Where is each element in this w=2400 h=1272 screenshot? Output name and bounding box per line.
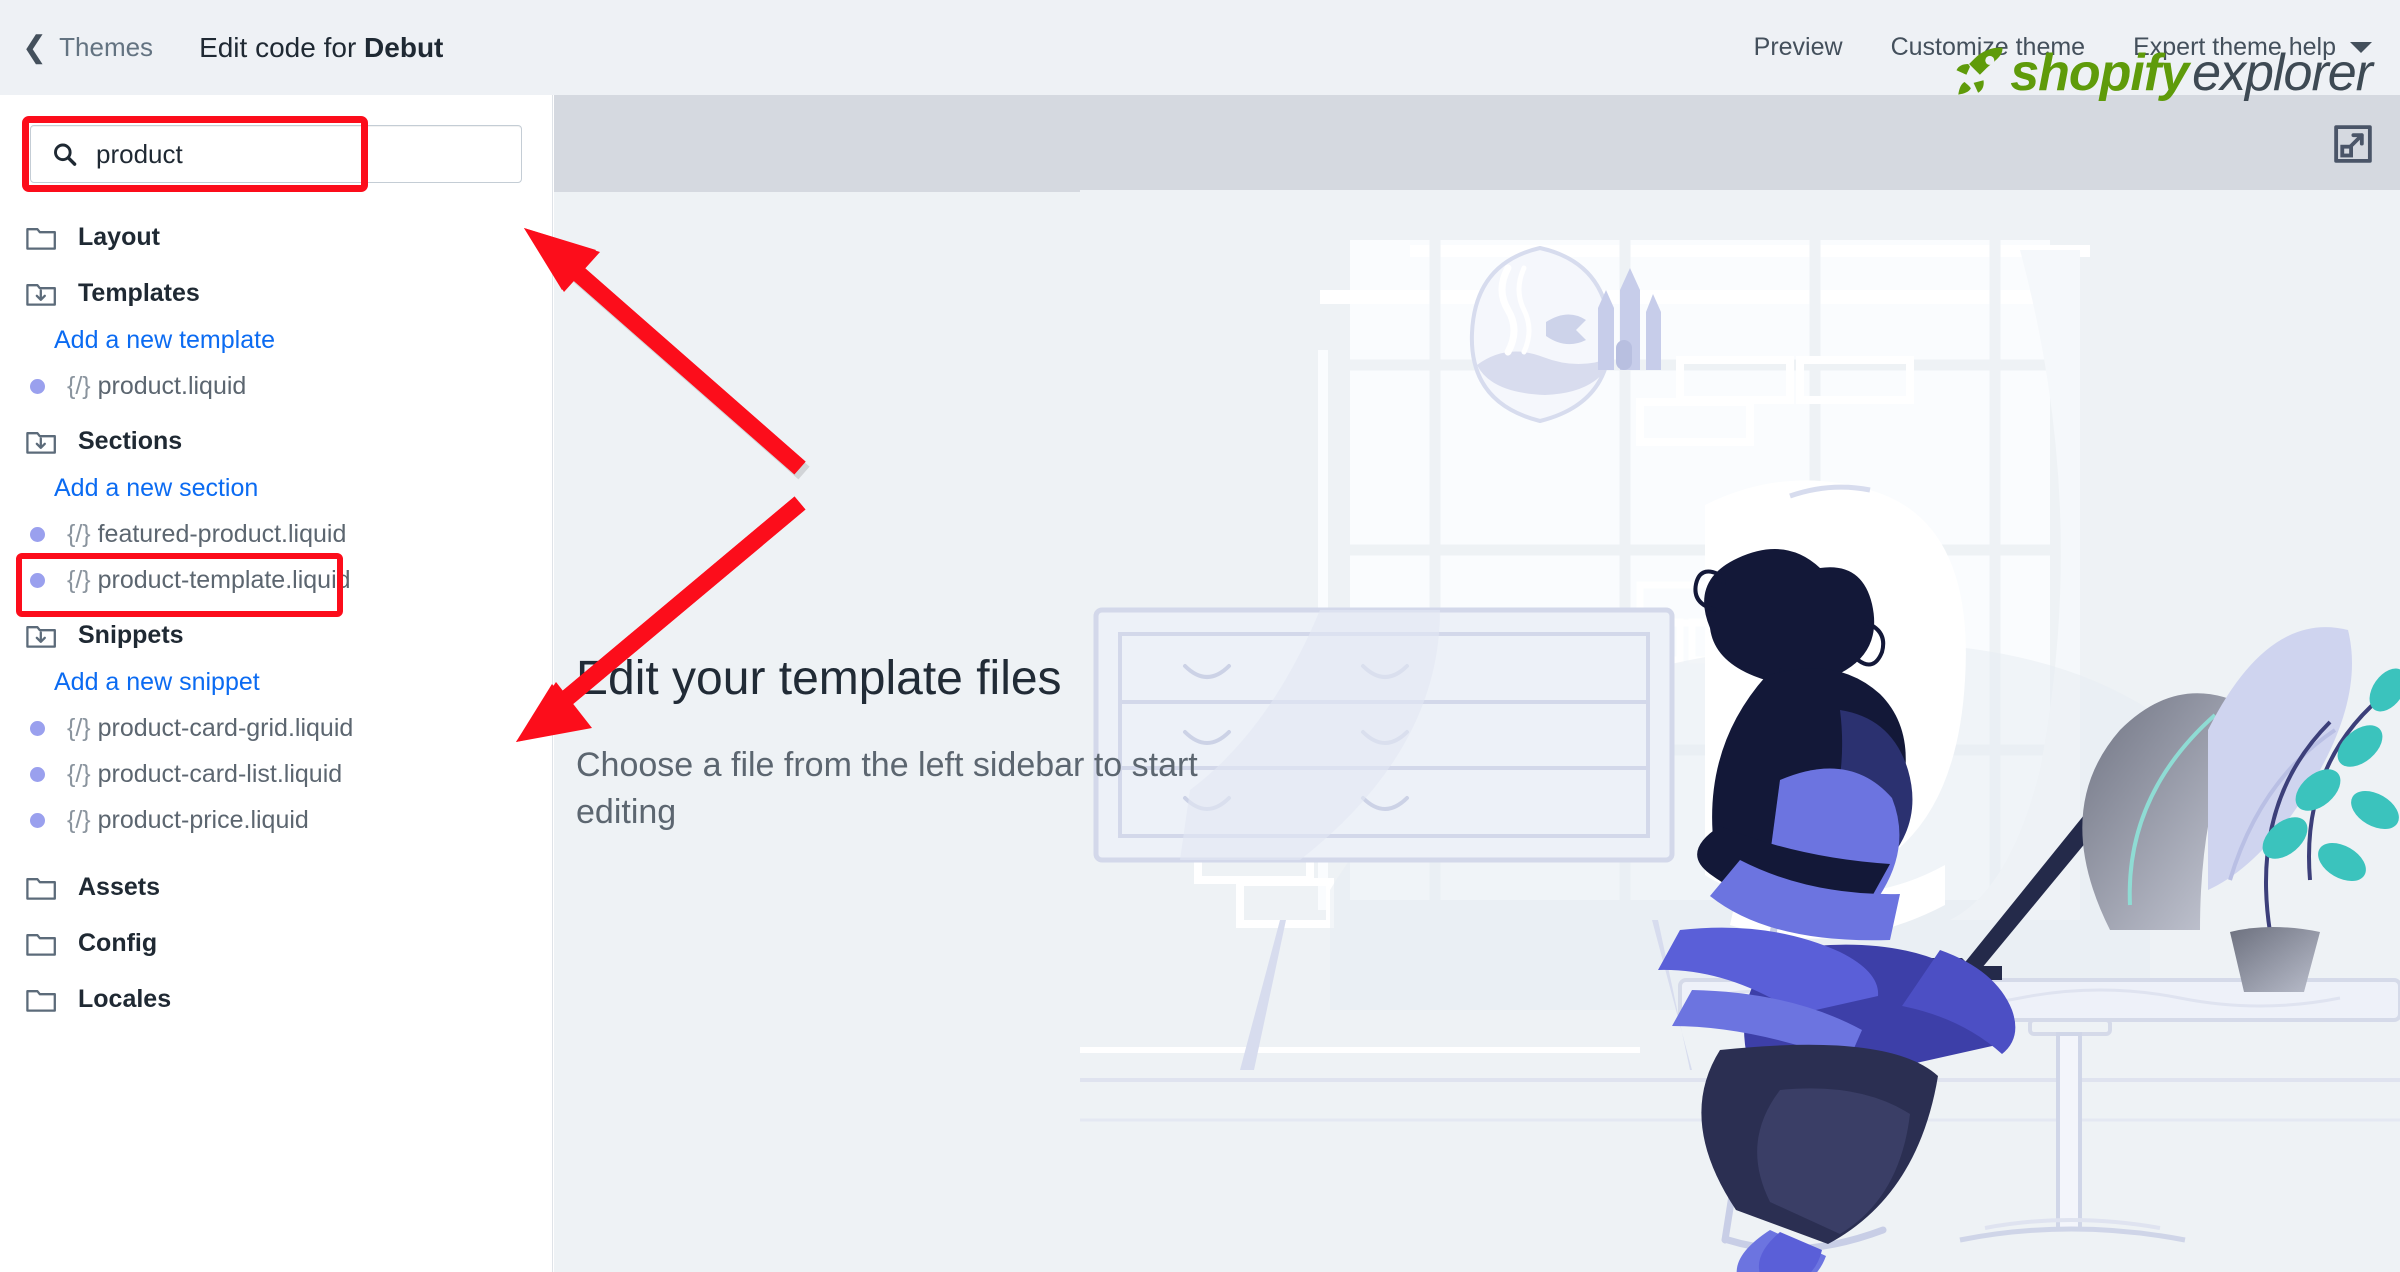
file-tree: Layout Templates Add a new template {/} … [0,213,552,1023]
tree-file-name: product-card-list.liquid [97,759,343,788]
tree-file-name: product-template.liquid [97,565,351,594]
tree-file-product-liquid[interactable]: {/} product.liquid [0,363,552,409]
file-tree-sidebar: Layout Templates Add a new template {/} … [0,95,553,1272]
folder-icon [26,934,56,956]
page-title-theme-name: Debut [364,31,444,63]
unsaved-dot-icon [30,378,45,394]
header-nav: Preview Customize theme Expert theme hel… [1754,0,2372,95]
tree-file-label: {/} product-price.liquid [67,806,309,835]
tree-file-label: {/} product-card-list.liquid [67,760,342,789]
nav-customize-theme[interactable]: Customize theme [1891,33,2086,62]
unsaved-dot-icon [30,526,45,542]
empty-state-title: Edit your template files [576,652,1062,705]
tree-folder-label: Layout [78,222,160,251]
liquid-braces-icon: {/} [67,519,91,548]
tree-file-label: {/} product-template.liquid [67,566,351,595]
search-icon [54,143,77,166]
page-title: Edit code for Debut [199,32,443,64]
unsaved-dot-icon [30,572,45,588]
tree-file-name: product-card-grid.liquid [97,713,354,742]
folder-download-icon [26,432,56,454]
liquid-braces-icon: {/} [67,805,91,834]
liquid-braces-icon: {/} [67,371,91,400]
tree-file-label: {/} featured-product.liquid [67,520,346,549]
person-working-on-laptop-illustration [1080,190,2400,1272]
tree-link-add-a-new-snippet[interactable]: Add a new snippet [0,659,552,705]
tree-file-name: product.liquid [97,371,247,400]
tree-file-product-price-liquid[interactable]: {/} product-price.liquid [0,797,552,843]
tree-file-label: {/} product.liquid [67,372,246,401]
back-link-label: Themes [59,32,154,62]
tree-folder-label: Sections [78,426,183,455]
chevron-down-icon [2350,42,2372,53]
unsaved-dot-icon [30,812,45,828]
tree-folder-templates[interactable]: Templates [0,269,552,317]
tree-folder-locales[interactable]: Locales [0,975,552,1023]
liquid-braces-icon: {/} [67,713,91,742]
tree-folder-label: Snippets [78,620,184,649]
unsaved-dot-icon [30,720,45,736]
tree-folder-label: Config [78,928,158,957]
tree-folder-config[interactable]: Config [0,919,552,967]
search-input[interactable] [96,138,501,170]
page-title-prefix: Edit code for [199,31,365,63]
tree-file-product-template-liquid[interactable]: {/} product-template.liquid [0,553,552,617]
nav-preview[interactable]: Preview [1754,33,1843,62]
tree-file-label: {/} product-card-grid.liquid [67,714,353,743]
search-area [22,116,522,192]
tree-folder-snippets[interactable]: Snippets [0,611,552,659]
chevron-left-icon: ❮ [22,30,48,64]
folder-icon [26,878,56,900]
folder-download-icon [26,284,56,306]
unsaved-dot-icon [30,766,45,782]
tree-link-add-a-new-template[interactable]: Add a new template [0,317,552,363]
editor-main-panel: Edit your template files Choose a file f… [554,95,2400,1272]
theme-code-editor-page: ❮ Themes Edit code for Debut Preview Cus… [0,0,2400,1272]
tree-link-label: Add a new template [54,325,275,354]
search-box[interactable] [30,125,522,183]
liquid-braces-icon: {/} [67,759,91,788]
tree-folder-assets[interactable]: Assets [0,863,552,911]
expand-external-icon[interactable] [2330,121,2376,167]
tree-folder-label: Assets [78,872,160,901]
nav-expert-theme-help-label: Expert theme help [2133,33,2336,61]
tree-file-name: featured-product.liquid [97,519,347,548]
tree-link-label: Add a new snippet [54,667,260,696]
folder-icon [26,228,56,250]
tree-link-add-a-new-section[interactable]: Add a new section [0,465,552,511]
empty-state-subtitle: Choose a file from the left sidebar to s… [576,745,1198,831]
editor-toolbar-band [554,95,2400,192]
tree-link-label: Add a new section [54,473,259,502]
tree-file-name: product-price.liquid [97,805,309,834]
nav-expert-theme-help[interactable]: Expert theme help [2133,33,2372,62]
tree-file-featured-product-liquid[interactable]: {/} featured-product.liquid [0,511,552,557]
folder-download-icon [26,626,56,648]
back-to-themes-link[interactable]: ❮ Themes [22,32,153,63]
tree-folder-sections[interactable]: Sections [0,417,552,465]
tree-file-product-card-grid-liquid[interactable]: {/} product-card-grid.liquid [0,705,552,751]
folder-icon [26,990,56,1012]
liquid-braces-icon: {/} [67,565,91,594]
tree-folder-label: Locales [78,984,172,1013]
top-header-bar: ❮ Themes Edit code for Debut Preview Cus… [0,0,2400,95]
tree-folder-label: Templates [78,278,200,307]
tree-file-product-card-list-liquid[interactable]: {/} product-card-list.liquid [0,751,552,797]
empty-state-copy: Edit your template files Choose a file f… [576,650,1276,835]
tree-folder-layout[interactable]: Layout [0,213,552,261]
